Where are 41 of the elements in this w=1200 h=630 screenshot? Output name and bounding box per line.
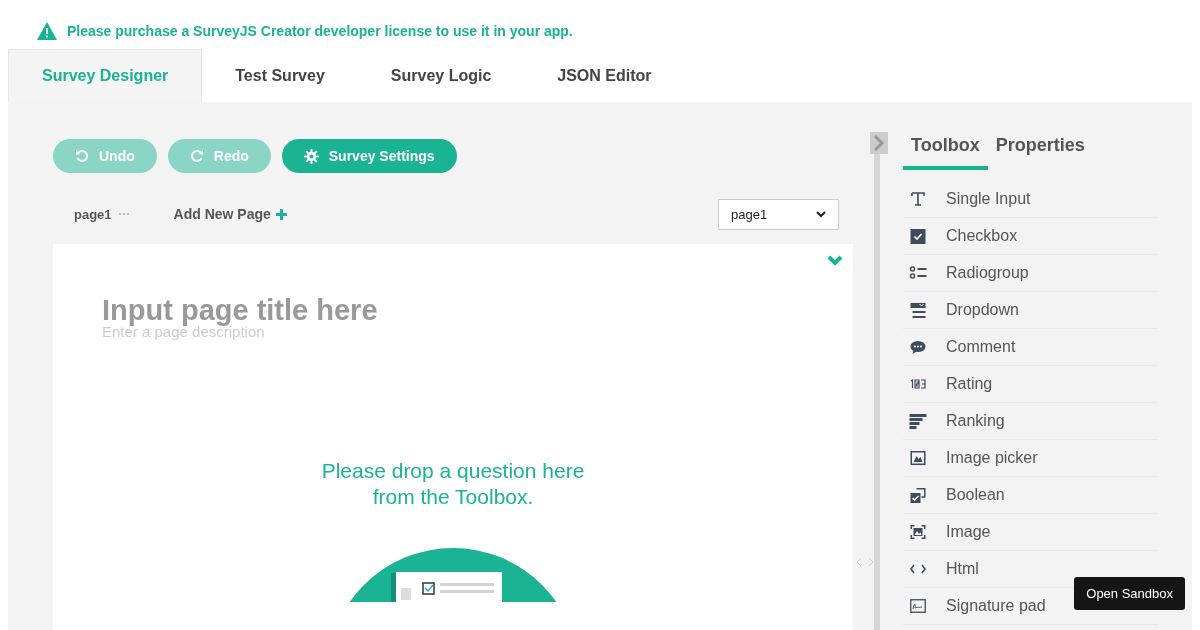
checkbox-stack-icon (909, 487, 927, 503)
text-icon (909, 191, 927, 207)
page-select[interactable]: page1 (718, 198, 839, 230)
signature-icon (909, 599, 927, 613)
picture-icon (909, 451, 927, 465)
page-tab[interactable]: page1 (74, 206, 112, 222)
toolbox-item[interactable]: Checkbox (909, 219, 1018, 253)
code-brackets-icon (909, 564, 927, 574)
chevron-down-icon[interactable] (827, 255, 843, 266)
toolbox-item[interactable]: Html (909, 552, 979, 586)
panel-tab[interactable]: Properties (987, 135, 1093, 170)
toolbox-item[interactable]: Rating (909, 367, 993, 401)
toolbox-item[interactable]: Radiogroup (909, 256, 1029, 290)
speech-bubble-icon (909, 340, 927, 354)
add-page-button[interactable]: Add New Page (173, 206, 287, 222)
toolbox-item[interactable]: Single Input (909, 182, 1031, 216)
toolbox-item[interactable]: Boolean (909, 478, 1005, 512)
resize-handle-icon[interactable] (856, 557, 874, 567)
toolbox-item[interactable]: Dropdown (909, 293, 1019, 327)
toolbox-item[interactable]: Comment (909, 330, 1016, 364)
warning-icon (37, 22, 57, 40)
radio-list-icon (909, 266, 927, 280)
undo-icon (75, 149, 89, 163)
settings-icon (303, 148, 319, 164)
rating-numbers-icon (909, 379, 927, 389)
open-sandbox-button[interactable]: Open Sandbox (1074, 577, 1185, 610)
dropdown-icon (909, 302, 927, 318)
toolbox-item[interactable]: Image picker (909, 441, 1038, 475)
image-frame-icon (909, 525, 927, 539)
chevron-down-icon (816, 210, 826, 218)
toolbox-item[interactable]: Signature pad (909, 589, 1046, 623)
redo-icon (189, 149, 204, 163)
panel-tab[interactable]: Toolbox (903, 135, 988, 170)
ranking-bars-icon (909, 413, 927, 429)
drop-hint: Please drop a question here from the Toolbox. (320, 458, 586, 510)
checkbox-icon (909, 228, 927, 244)
toolbox-item[interactable]: Ranking (909, 404, 1005, 438)
toolbox-item[interactable]: Image (909, 515, 991, 549)
license-notice: Please purchase a SurveyJS Creator developer license to use it in your app. (67, 23, 573, 39)
collapse-arrow-icon[interactable] (870, 132, 888, 154)
plus-icon (275, 208, 287, 220)
